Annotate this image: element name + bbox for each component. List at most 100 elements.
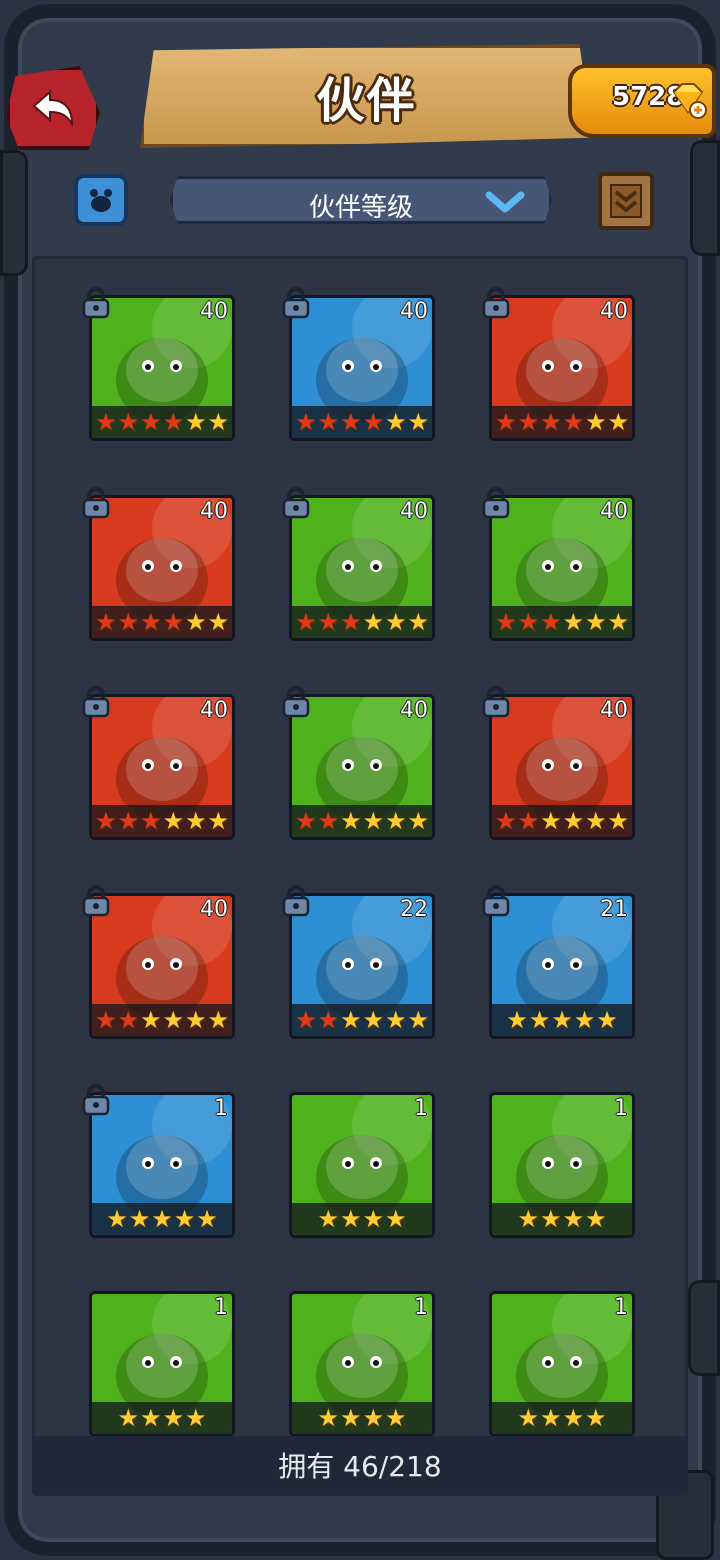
star-icon: ★ <box>339 807 362 835</box>
star-icon: ★ <box>539 807 562 835</box>
star-icon: ★ <box>607 608 630 636</box>
star-icon: ★ <box>106 1205 128 1233</box>
lock-icon[interactable] <box>481 686 511 718</box>
lock-icon[interactable] <box>481 287 511 319</box>
star-icon: ★ <box>185 807 207 835</box>
partner-level: 40 <box>200 299 228 324</box>
pet-filter-button[interactable] <box>74 174 128 226</box>
star-icon: ★ <box>362 1006 385 1034</box>
star-icon: ★ <box>117 1006 139 1034</box>
star-icon: ★ <box>494 807 517 835</box>
star-rating: ★ ★ ★ ★ <box>92 1402 232 1434</box>
star-icon: ★ <box>94 608 117 636</box>
partner-level: 40 <box>600 299 628 324</box>
star-icon: ★ <box>317 608 339 636</box>
star-icon: ★ <box>585 1205 607 1233</box>
star-rating: ★ ★ ★ ★ ★ ★ <box>492 805 632 837</box>
star-icon: ★ <box>517 608 539 636</box>
partner-level: 1 <box>614 1096 628 1121</box>
star-icon: ★ <box>207 408 230 436</box>
partner-card[interactable]: 1 ★ ★ ★ ★ <box>289 1291 435 1437</box>
back-arrow-icon <box>32 89 74 128</box>
star-icon: ★ <box>317 1404 339 1432</box>
star-icon: ★ <box>139 807 162 835</box>
star-icon: ★ <box>94 807 117 835</box>
star-icon: ★ <box>596 1006 618 1034</box>
star-icon: ★ <box>294 608 317 636</box>
star-icon: ★ <box>339 1404 362 1432</box>
star-icon: ★ <box>607 807 630 835</box>
star-icon: ★ <box>562 807 585 835</box>
star-icon: ★ <box>294 1006 317 1034</box>
star-icon: ★ <box>562 1404 585 1432</box>
star-icon: ★ <box>562 608 585 636</box>
partner-card[interactable]: 1 ★ ★ ★ ★ <box>89 1291 235 1437</box>
star-rating: ★ ★ ★ ★ ★ ★ <box>492 606 632 638</box>
star-icon: ★ <box>139 608 162 636</box>
star-icon: ★ <box>517 807 539 835</box>
star-icon: ★ <box>585 608 607 636</box>
star-rating: ★ ★ ★ ★ ★ ★ <box>292 606 432 638</box>
star-rating: ★ ★ ★ ★ ★ ★ <box>92 805 232 837</box>
star-icon: ★ <box>185 1006 207 1034</box>
lock-icon[interactable] <box>81 885 111 917</box>
sort-dropdown[interactable]: 伙伴等级 <box>170 176 552 224</box>
lock-icon[interactable] <box>81 487 111 519</box>
star-icon: ★ <box>185 608 207 636</box>
star-icon: ★ <box>362 1404 385 1432</box>
partner-level: 40 <box>200 499 228 524</box>
star-icon: ★ <box>539 1205 562 1233</box>
star-icon: ★ <box>317 1006 339 1034</box>
star-rating: ★ ★ ★ ★ <box>292 1402 432 1434</box>
chevron-down-icon <box>485 191 525 213</box>
partner-card[interactable]: 1 ★ ★ ★ ★ <box>489 1291 635 1437</box>
star-icon: ★ <box>94 408 117 436</box>
star-rating: ★ ★ ★ ★ ★ ★ <box>292 805 432 837</box>
partner-card[interactable]: 1 ★ ★ ★ ★ <box>289 1092 435 1238</box>
star-icon: ★ <box>494 608 517 636</box>
lock-icon[interactable] <box>281 287 311 319</box>
lock-icon[interactable] <box>281 487 311 519</box>
star-rating: ★ ★ ★ ★ ★ ★ <box>92 1004 232 1036</box>
collapse-scroll-button[interactable] <box>598 172 654 230</box>
star-icon: ★ <box>317 1205 339 1233</box>
star-icon: ★ <box>562 408 585 436</box>
partner-level: 40 <box>400 698 428 723</box>
star-icon: ★ <box>562 1205 585 1233</box>
star-icon: ★ <box>506 1006 528 1034</box>
star-icon: ★ <box>185 408 207 436</box>
star-icon: ★ <box>517 408 539 436</box>
currency-display[interactable]: 5728 <box>568 64 716 138</box>
star-icon: ★ <box>339 408 362 436</box>
star-icon: ★ <box>385 608 407 636</box>
star-icon: ★ <box>385 807 407 835</box>
star-icon: ★ <box>362 1205 385 1233</box>
star-icon: ★ <box>362 807 385 835</box>
page-title: 伙伴 <box>316 73 417 129</box>
star-icon: ★ <box>407 1006 430 1034</box>
lock-icon[interactable] <box>81 287 111 319</box>
lock-icon[interactable] <box>481 885 511 917</box>
star-icon: ★ <box>317 408 339 436</box>
star-icon: ★ <box>539 1404 562 1432</box>
star-icon: ★ <box>585 807 607 835</box>
star-icon: ★ <box>139 1006 162 1034</box>
lock-icon[interactable] <box>281 686 311 718</box>
partner-card[interactable]: 1 ★ ★ ★ ★ <box>489 1092 635 1238</box>
lock-icon[interactable] <box>81 1084 111 1116</box>
lock-icon[interactable] <box>481 487 511 519</box>
star-icon: ★ <box>173 1205 196 1233</box>
star-icon: ★ <box>139 408 162 436</box>
star-icon: ★ <box>207 608 230 636</box>
star-rating: ★ ★ ★ ★ ★ ★ <box>292 406 432 438</box>
star-icon: ★ <box>385 1205 407 1233</box>
rock-decor-right-low <box>688 1280 720 1376</box>
partner-grid-panel[interactable]: 40 ★ ★ ★ ★ ★ ★ 40 ★ ★ ★ ★ ★ ★ 40 ★ ★ ★ ★ ★ ★ 40 ★ ★ ★ ★ ★ ★ 40 ★ ★ ★ ★ ★ ★… <box>32 256 688 1496</box>
lock-icon[interactable] <box>281 885 311 917</box>
star-icon: ★ <box>162 807 185 835</box>
star-rating: ★ ★ ★ ★ <box>292 1203 432 1235</box>
star-icon: ★ <box>539 608 562 636</box>
lock-icon[interactable] <box>81 686 111 718</box>
star-icon: ★ <box>162 608 185 636</box>
star-icon: ★ <box>585 1404 607 1432</box>
